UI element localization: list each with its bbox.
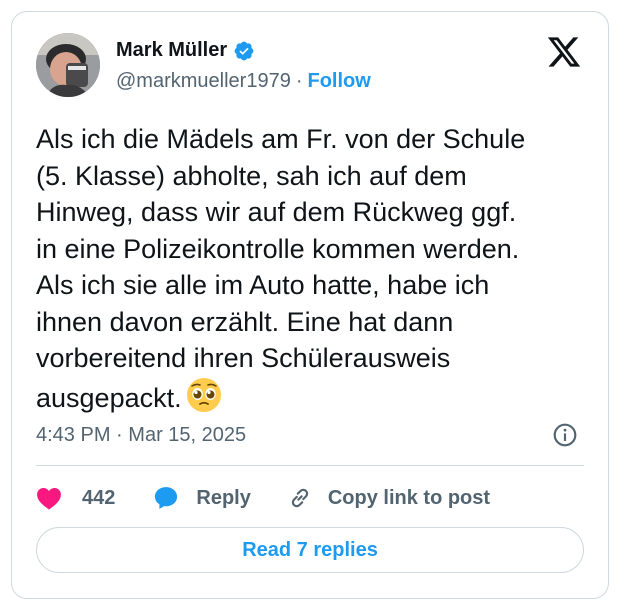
heart-icon	[37, 488, 61, 510]
x-logo-icon[interactable]	[546, 34, 582, 70]
read-replies-label: Read 7 replies	[242, 538, 378, 561]
separator-dot: ·	[295, 70, 303, 92]
action-bar: 442 Reply Copy link to post	[36, 482, 490, 514]
link-icon	[291, 488, 308, 508]
handle-row: @markmueller1979 · Follow	[116, 70, 371, 93]
speech-bubble-icon	[155, 487, 178, 509]
tweet-body: Als ich die Mädels am Fr. von der Schule…	[36, 124, 526, 413]
divider	[36, 465, 584, 466]
author-handle[interactable]: @markmueller1979	[116, 70, 291, 92]
pleading-face-emoji	[186, 377, 221, 412]
copy-link-button[interactable]: Copy link to post	[287, 485, 490, 511]
author-name[interactable]: Mark Müller	[116, 39, 227, 62]
reply-button[interactable]: Reply	[153, 485, 251, 511]
follow-button[interactable]: Follow	[308, 70, 371, 92]
tweet-date: Mar 15, 2025	[128, 424, 247, 446]
like-count: 442	[82, 486, 116, 509]
reply-label: Reply	[196, 486, 251, 509]
copy-link-label: Copy link to post	[327, 486, 491, 509]
author-row: Mark Müller	[116, 39, 255, 62]
tweet-text: Als ich die Mädels am Fr. von der Schule…	[36, 121, 596, 416]
avatar[interactable]	[36, 33, 100, 97]
like-button[interactable]: 442	[36, 486, 115, 510]
meta-separator: ·	[116, 424, 123, 446]
tweet-time: 4:43 PM	[36, 424, 111, 446]
read-replies-button[interactable]: Read 7 replies	[36, 527, 584, 573]
verified-badge-icon	[234, 41, 254, 60]
info-icon[interactable]	[552, 422, 578, 448]
timestamp[interactable]: 4:43 PM · Mar 15, 2025	[36, 424, 246, 447]
tweet-card: Mark Müller @markmueller1979 · Follow Als …	[11, 11, 609, 599]
